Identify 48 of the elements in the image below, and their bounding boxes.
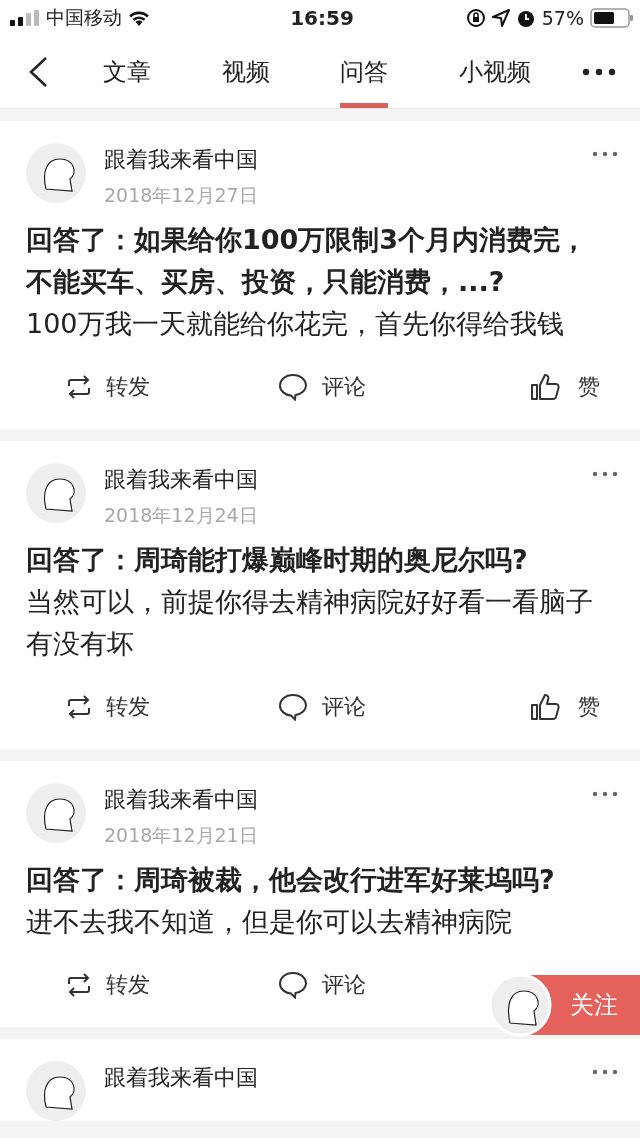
battery-percent: 57% <box>541 7 584 29</box>
comment-icon[interactable] <box>278 971 308 999</box>
thumbs-up-icon[interactable] <box>530 693 560 721</box>
repost-icon[interactable] <box>66 973 92 997</box>
more-icon[interactable] <box>582 68 616 76</box>
tab[interactable]: 文章 <box>103 36 152 108</box>
clock: 16:59 <box>290 6 354 30</box>
action-label[interactable]: 转发 <box>106 692 150 722</box>
answer-text[interactable]: 100万我一天就能给你花完，首先你得给我钱 <box>26 303 616 345</box>
location-icon <box>491 9 510 27</box>
author-name[interactable]: 跟着我来看中国 <box>104 145 258 175</box>
post-date: 2018年12月21日 <box>104 823 258 848</box>
avatar[interactable] <box>26 143 86 203</box>
tab[interactable]: 问答 <box>340 36 389 108</box>
back-icon[interactable] <box>28 56 48 88</box>
action-label[interactable]: 赞 <box>578 692 600 722</box>
avatar[interactable] <box>26 783 86 843</box>
signal-icon <box>10 10 40 26</box>
comment-icon[interactable] <box>278 693 308 721</box>
author-name[interactable]: 跟着我来看中国 <box>104 465 258 495</box>
comment-icon[interactable] <box>278 373 308 401</box>
action-label[interactable]: 转发 <box>106 970 150 1000</box>
rotation-lock-icon <box>465 8 486 28</box>
author-name[interactable]: 跟着我来看中国 <box>104 1063 258 1093</box>
question-title[interactable]: 回答了：周琦能打爆巅峰时期的奥尼尔吗? <box>26 539 616 581</box>
action-label[interactable]: 赞 <box>578 372 600 402</box>
carrier: 中国移动 <box>46 5 122 30</box>
tab[interactable]: 小视频 <box>458 36 531 108</box>
action-label[interactable]: 转发 <box>106 372 150 402</box>
post-date: 2018年12月27日 <box>104 183 258 208</box>
thumbs-up-icon[interactable] <box>530 373 560 401</box>
tab[interactable]: 视频 <box>221 36 270 108</box>
action-label[interactable]: 评论 <box>322 970 366 1000</box>
answer-text[interactable]: 当然可以，前提你得去精神病院好好看一看脑子有没有坏 <box>26 581 616 665</box>
wifi-icon <box>128 10 150 26</box>
repost-icon[interactable] <box>66 375 92 399</box>
question-title[interactable]: 回答了：如果给你100万限制3个月内消费完，不能买车、买房、投资，只能消费，...? <box>26 219 616 303</box>
repost-icon[interactable] <box>66 695 92 719</box>
alarm-icon <box>515 8 536 28</box>
question-title[interactable]: 回答了：周琦被裁，他会改行进军好莱坞吗? <box>26 859 616 901</box>
battery-icon <box>590 8 634 28</box>
avatar[interactable] <box>26 463 86 523</box>
action-label[interactable]: 评论 <box>322 372 366 402</box>
action-label[interactable]: 评论 <box>322 692 366 722</box>
post-date: 2018年12月24日 <box>104 503 258 528</box>
answer-text[interactable]: 进不去我不知道，但是你可以去精神病院 <box>26 901 616 943</box>
avatar[interactable] <box>26 1061 86 1121</box>
author-name[interactable]: 跟着我来看中国 <box>104 785 258 815</box>
